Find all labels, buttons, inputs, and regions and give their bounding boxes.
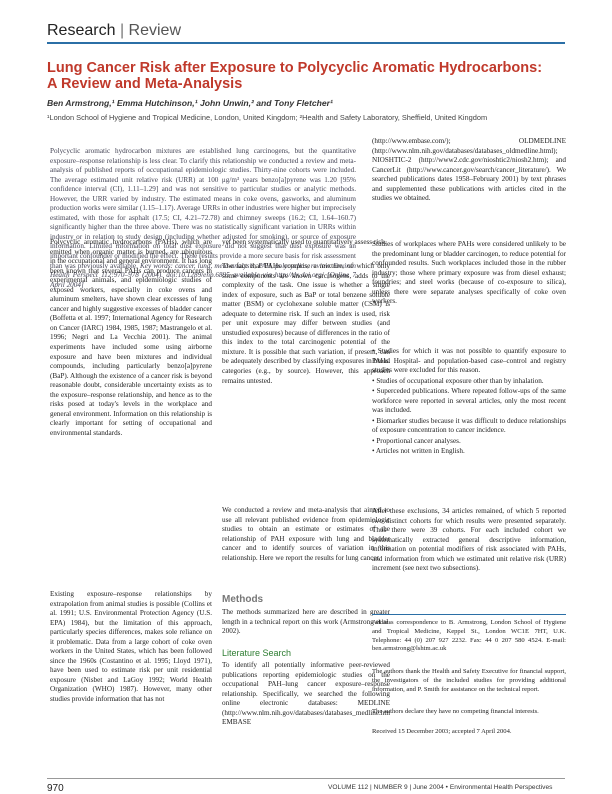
masthead-divider: | (119, 22, 129, 39)
literature-search-paragraph: To identify all potentially informative … (222, 661, 390, 727)
intro-paragraph-1: Polycyclic aromatic hydrocarbons (PAHs),… (50, 238, 212, 437)
journal-name: Environmental Health Perspectives (449, 784, 553, 791)
list-item: • Proportional cancer analyses. (372, 436, 461, 445)
list-item: • Superceded publications. Where repeate… (372, 387, 566, 415)
list-item: • Studies for which it was not possible … (372, 347, 566, 375)
list-item: • Articles not written in English. (372, 447, 465, 456)
masthead: Research | Review (47, 22, 181, 40)
after-exclusions-paragraph: After these exclusions, 34 articles rema… (372, 507, 566, 573)
mid-paragraph-2: The fact that PAHs comprise a mixture, o… (222, 262, 390, 385)
list-item: • Studies of occupational exposure other… (372, 376, 544, 385)
masthead-rule (47, 42, 565, 44)
conflict-statement: The authors declare they have no competi… (372, 708, 539, 715)
masthead-subsection: Review (128, 22, 182, 39)
mid-paragraph-1: yet been systematically used to quantita… (222, 238, 387, 246)
footer-issue: VOLUME 112 | NUMBER 9 | June 2004 • Envi… (328, 784, 552, 791)
article-title: Lung Cancer Risk after Exposure to Polyc… (47, 60, 543, 92)
received-dates: Received 15 December 2003; accepted 7 Ap… (372, 728, 512, 735)
footer-rule (47, 778, 565, 779)
mid-paragraph-3: We conducted a review and meta-analysis … (222, 506, 390, 562)
page-number: 970 (47, 783, 64, 794)
methods-paragraph: The methods summarized here are describe… (222, 608, 390, 636)
masthead-section: Research (47, 22, 116, 39)
list-item: • Biomarker studies because it was diffi… (372, 416, 566, 435)
exclusion-list: • Studies for which it was not possible … (372, 347, 566, 505)
literature-search-heading: Literature Search (222, 648, 292, 658)
acknowledgment: The authors thank the Health and Safety … (372, 668, 566, 693)
intro-paragraph-2: Existing exposure–response relationships… (50, 590, 212, 704)
article-affiliation: ¹London School of Hygiene and Tropical M… (47, 113, 488, 122)
footnote-rule (372, 614, 566, 615)
search-databases-paragraph: (http://www.embase.com/); OLDMEDLINE (ht… (372, 137, 566, 203)
exclusions-intro: Studies of workplaces where PAHs were co… (372, 240, 566, 306)
methods-heading: Methods (222, 594, 264, 605)
issue-info: VOLUME 112 | NUMBER 9 | June 2004 (328, 784, 444, 791)
article-authors: Ben Armstrong,¹ Emma Hutchinson,¹ John U… (47, 98, 333, 108)
correspondence: Address correspondence to B. Armstrong, … (372, 619, 566, 653)
